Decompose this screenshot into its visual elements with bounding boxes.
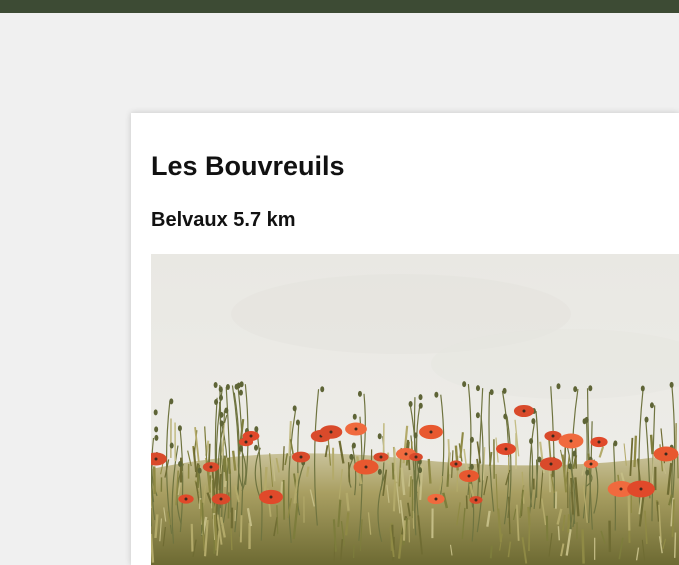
listing-title: Les Bouvreuils — [151, 151, 345, 181]
listing-card[interactable]: Les Bouvreuils Belvaux 5.7 km — [131, 113, 679, 565]
listing-photo[interactable] — [151, 254, 679, 565]
top-bar — [0, 0, 679, 13]
poppy-field-image — [151, 254, 679, 565]
listing-location-distance: Belvaux 5.7 km — [151, 209, 296, 231]
